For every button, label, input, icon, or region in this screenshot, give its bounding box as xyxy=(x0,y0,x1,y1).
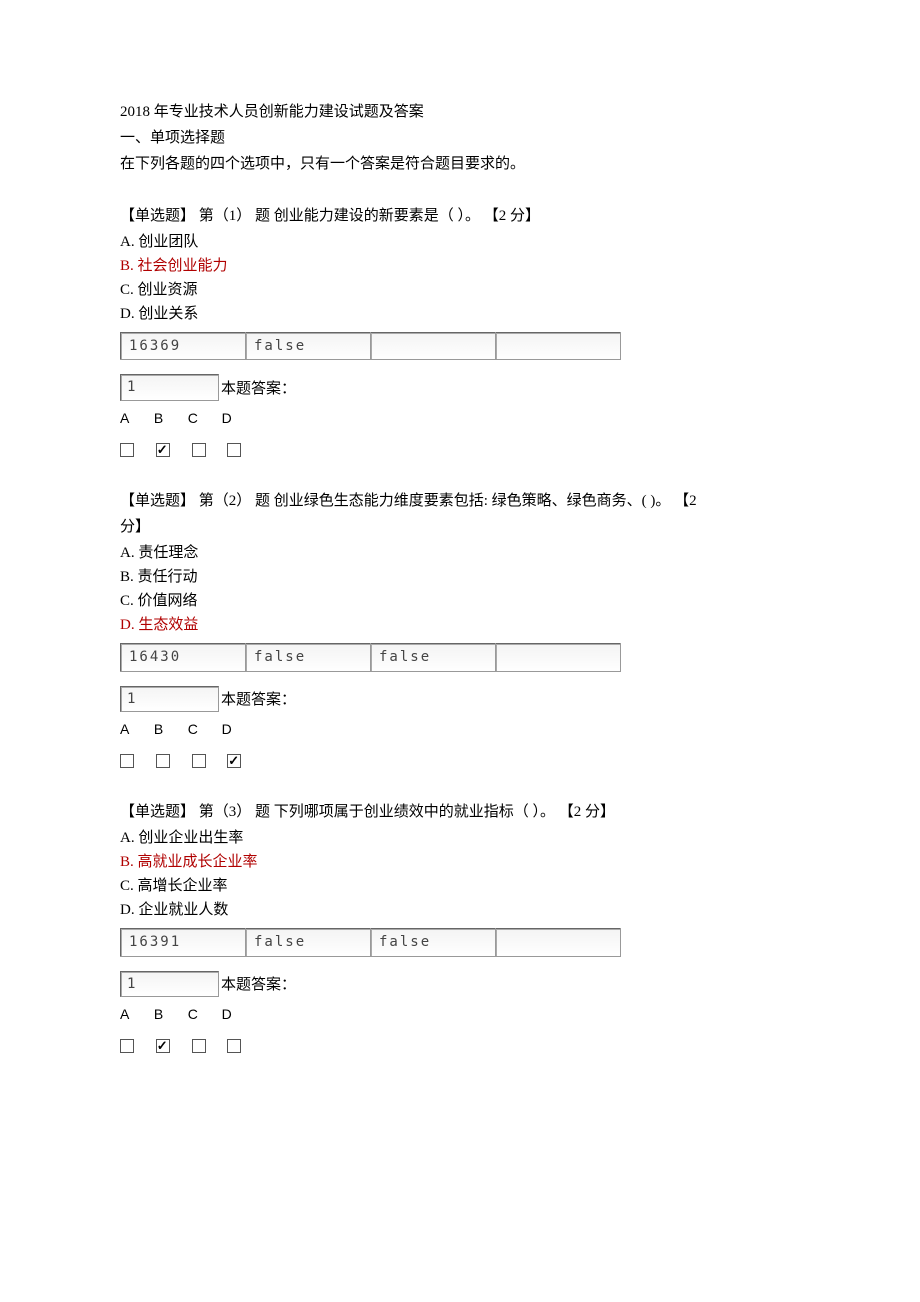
q2-cell-2: false xyxy=(371,644,496,671)
choice-c-label: C xyxy=(188,718,218,740)
question-2-checkbox-a[interactable] xyxy=(120,754,134,768)
question-3-option-c: C. 高增长企业率 xyxy=(120,874,800,898)
question-2-option-a: A. 责任理念 xyxy=(120,541,800,565)
page-title: 2018 年专业技术人员创新能力建设试题及答案 xyxy=(120,100,800,124)
question-1-option-a: A. 创业团队 xyxy=(120,230,800,254)
question-2-choice-header: A B C D xyxy=(120,718,800,740)
question-3-seq-input[interactable]: 1 xyxy=(120,971,219,997)
choice-b-label: B xyxy=(154,407,184,429)
question-3-option-d: D. 企业就业人数 xyxy=(120,898,800,922)
question-3-choice-header: A B C D xyxy=(120,1003,800,1025)
question-2-seq-input[interactable]: 1 xyxy=(120,686,219,712)
choice-a-label: A xyxy=(120,1003,150,1025)
question-2-prompt-line1: 【单选题】 第（2） 题 创业绿色生态能力维度要素包括: 绿色策略、绿色商务、(… xyxy=(120,489,800,513)
answer-label: 本题答案： xyxy=(221,973,296,997)
question-2-option-d: D. 生态效益 xyxy=(120,613,800,637)
question-1-option-d: D. 创业关系 xyxy=(120,302,800,326)
question-1-option-c: C. 创业资源 xyxy=(120,278,800,302)
question-2-option-c: C. 价值网络 xyxy=(120,589,800,613)
choice-b-label: B xyxy=(154,718,184,740)
question-3-option-b: B. 高就业成长企业率 xyxy=(120,850,800,874)
q2-cell-1: false xyxy=(246,644,371,671)
question-1-choice-header: A B C D xyxy=(120,407,800,429)
choice-d-label: D xyxy=(222,407,252,429)
table-row: 16391 false false xyxy=(121,929,621,956)
question-1-data-table: 16369 false xyxy=(120,332,621,360)
choice-d-label: D xyxy=(222,1003,252,1025)
q1-cell-3 xyxy=(496,333,621,360)
question-1-checkbox-c[interactable] xyxy=(192,443,206,457)
instruction-text: 在下列各题的四个选项中，只有一个答案是符合题目要求的。 xyxy=(120,152,800,176)
answer-label: 本题答案： xyxy=(221,688,296,712)
q1-cell-0: 16369 xyxy=(121,333,246,360)
question-2-checkbox-c[interactable] xyxy=(192,754,206,768)
question-3-checkbox-a[interactable] xyxy=(120,1039,134,1053)
q3-cell-1: false xyxy=(246,929,371,956)
question-1-checkbox-b[interactable] xyxy=(156,443,170,457)
question-1: 【单选题】 第（1） 题 创业能力建设的新要素是（ ）。 【2 分】 A. 创业… xyxy=(120,204,800,461)
question-3-prompt: 【单选题】 第（3） 题 下列哪项属于创业绩效中的就业指标（ ）。 【2 分】 xyxy=(120,800,800,824)
question-3-option-a: A. 创业企业出生率 xyxy=(120,826,800,850)
question-2-data-table: 16430 false false xyxy=(120,643,621,671)
q3-cell-3 xyxy=(496,929,621,956)
question-1-prompt: 【单选题】 第（1） 题 创业能力建设的新要素是（ ）。 【2 分】 xyxy=(120,204,800,228)
question-3: 【单选题】 第（3） 题 下列哪项属于创业绩效中的就业指标（ ）。 【2 分】 … xyxy=(120,800,800,1057)
question-3-checkbox-row xyxy=(120,1034,800,1058)
question-3-checkbox-d[interactable] xyxy=(227,1039,241,1053)
choice-b-label: B xyxy=(154,1003,184,1025)
choice-c-label: C xyxy=(188,407,218,429)
q2-cell-0: 16430 xyxy=(121,644,246,671)
question-2-prompt-line2: 分】 xyxy=(120,515,800,539)
question-1-option-b: B. 社会创业能力 xyxy=(120,254,800,278)
question-3-checkbox-b[interactable] xyxy=(156,1039,170,1053)
choice-d-label: D xyxy=(222,718,252,740)
table-row: 16369 false xyxy=(121,333,621,360)
q1-cell-1: false xyxy=(246,333,371,360)
answer-label: 本题答案： xyxy=(221,377,296,401)
question-1-checkbox-row xyxy=(120,437,800,461)
question-1-seq-input[interactable]: 1 xyxy=(120,374,219,400)
question-3-checkbox-c[interactable] xyxy=(192,1039,206,1053)
question-1-checkbox-d[interactable] xyxy=(227,443,241,457)
q1-cell-2 xyxy=(371,333,496,360)
question-2-checkbox-b[interactable] xyxy=(156,754,170,768)
q3-cell-0: 16391 xyxy=(121,929,246,956)
choice-a-label: A xyxy=(120,718,150,740)
question-2-checkbox-d[interactable] xyxy=(227,754,241,768)
choice-a-label: A xyxy=(120,407,150,429)
question-2: 【单选题】 第（2） 题 创业绿色生态能力维度要素包括: 绿色策略、绿色商务、(… xyxy=(120,489,800,772)
question-1-checkbox-a[interactable] xyxy=(120,443,134,457)
table-row: 16430 false false xyxy=(121,644,621,671)
choice-c-label: C xyxy=(188,1003,218,1025)
question-2-option-b: B. 责任行动 xyxy=(120,565,800,589)
q2-cell-3 xyxy=(496,644,621,671)
question-3-data-table: 16391 false false xyxy=(120,928,621,956)
q3-cell-2: false xyxy=(371,929,496,956)
question-2-checkbox-row xyxy=(120,748,800,772)
section-heading: 一、单项选择题 xyxy=(120,126,800,150)
